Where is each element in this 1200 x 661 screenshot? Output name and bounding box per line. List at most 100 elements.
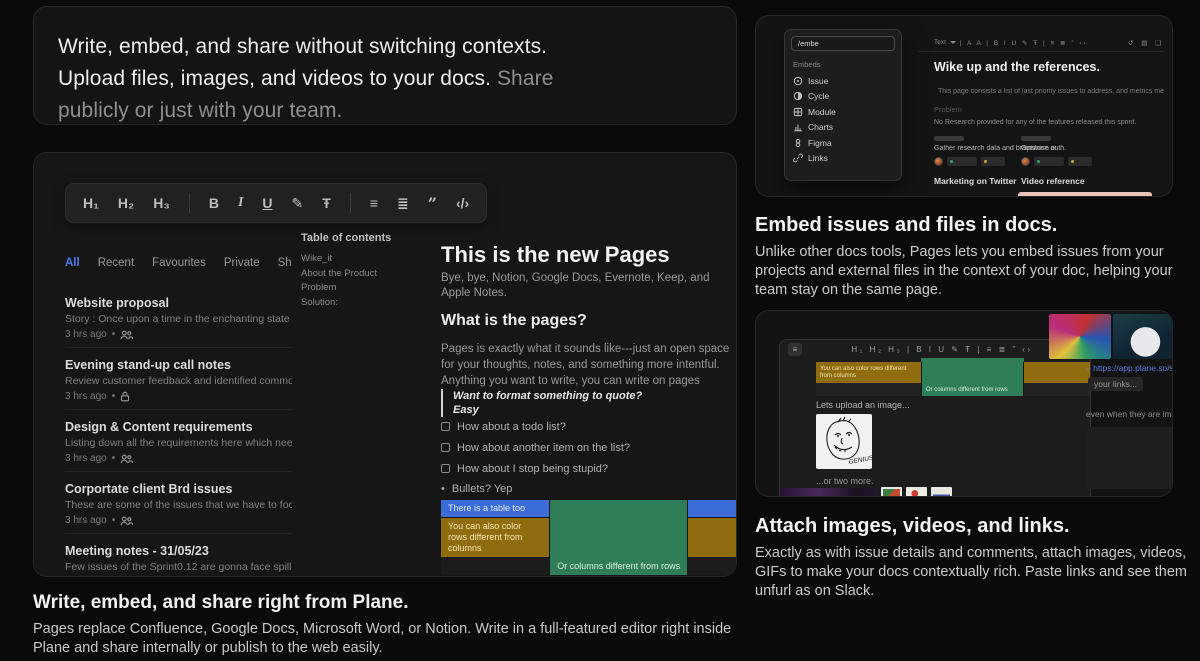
- state-chip: [1034, 157, 1064, 166]
- footer-title: Write, embed, and share right from Plane…: [33, 591, 763, 614]
- table-cell-yellow: You can also color rows different from c…: [816, 362, 921, 383]
- bullet-item: •Bullets? Yep: [441, 483, 737, 496]
- heading1-button[interactable]: H₁: [83, 195, 99, 211]
- problem-text: No Research provided for any of the feat…: [934, 119, 1164, 126]
- doc-title: Meeting notes - 31/05/23: [65, 544, 292, 558]
- italic-button[interactable]: I: [238, 195, 243, 211]
- strikethrough-button[interactable]: Ŧ: [322, 195, 331, 211]
- footer-body: Pages replace Confluence, Google Docs, M…: [33, 620, 763, 658]
- label-chip: [1068, 157, 1092, 166]
- hero-card: Write, embed, and share without switchin…: [33, 6, 737, 125]
- video-embed-preview[interactable]: [1018, 192, 1152, 197]
- embed-section-title: Embed issues and files in docs.: [755, 213, 1197, 237]
- doc-list-item[interactable]: Corportate client Brd issues These are s…: [65, 472, 292, 534]
- menu-item-figma[interactable]: Figma: [791, 135, 895, 151]
- format-icons[interactable]: H₁ H₂ H₃ | B I U ✎ Ŧ | ≡ ≣ ” ‹›: [802, 345, 1082, 354]
- module-icon: [793, 107, 803, 117]
- doc-meta: 3 hrs ago •: [65, 391, 292, 402]
- doc-list-item[interactable]: Evening stand-up call notes Review custo…: [65, 348, 292, 410]
- meme-caption: GENIUS: [848, 455, 872, 466]
- meta-dot: •: [112, 329, 116, 340]
- heading2-button[interactable]: H₂: [118, 195, 134, 211]
- document-quote: Want to format something to quote? Easy: [441, 389, 737, 417]
- tab-favourites[interactable]: Favourites: [152, 257, 206, 275]
- blockquote-icon[interactable]: ”: [428, 194, 437, 213]
- doc-time: 3 hrs ago: [65, 453, 107, 464]
- todo-item: How about another item on the list?: [441, 441, 737, 454]
- underline-button[interactable]: U: [262, 195, 272, 211]
- menu-item-charts[interactable]: Charts: [791, 120, 895, 136]
- checkbox[interactable]: [441, 464, 450, 473]
- table-cell-green: Or columns different from rows: [550, 557, 688, 575]
- heading3-button[interactable]: H₃: [153, 195, 170, 211]
- tab-private[interactable]: Private: [224, 257, 260, 275]
- ordered-list-icon[interactable]: ≣: [397, 195, 409, 212]
- format-icons[interactable]: | A A | B I U ✎ Ŧ | ≡ ≣ ” ‹›: [960, 39, 1088, 47]
- embedded-issue-card[interactable]: Optimise auth.: [1021, 136, 1133, 166]
- plane-link[interactable]: https://app.plane.so/sign: [1093, 363, 1172, 373]
- tab-shared[interactable]: Sh: [278, 257, 292, 275]
- menu-icon[interactable]: ≡: [788, 343, 802, 356]
- toc-item[interactable]: About the Product: [301, 267, 433, 282]
- table-of-contents: Table of contents Wike_it About the Prod…: [301, 231, 433, 310]
- doc-description: Story : Once upon a time in the enchanti…: [65, 313, 292, 326]
- doc-title: Design & Content requirements: [65, 420, 292, 434]
- links-placeholder-box[interactable]: your links...: [1088, 377, 1143, 391]
- toc-item[interactable]: Problem: [301, 281, 433, 296]
- embed-caption-marketing: Marketing on Twitter: [934, 176, 1017, 186]
- text-style-dropdown[interactable]: Text: [934, 39, 946, 46]
- lock-icon: [120, 391, 130, 402]
- doc-list-item[interactable]: Website proposal Story : Once upon a tim…: [65, 286, 292, 348]
- checkbox[interactable]: [441, 443, 450, 452]
- menu-item-cycle[interactable]: Cycle: [791, 89, 895, 105]
- wide-image-thumbnail: [780, 488, 877, 497]
- pasted-link: e https://app.plane.so/sign: [1086, 363, 1172, 373]
- more-caption: ...or two more.: [816, 476, 874, 486]
- embed-command-input[interactable]: /embe: [791, 36, 895, 51]
- menu-item-module[interactable]: Module: [791, 104, 895, 120]
- toc-item[interactable]: Solution:: [301, 296, 433, 311]
- issue-title: Optimise auth.: [1021, 145, 1133, 152]
- embed-doc-title: Wike up and the references.: [934, 60, 1100, 74]
- table-cell-blue: There is a table too: [441, 500, 550, 518]
- checkbox[interactable]: [441, 422, 450, 431]
- link-unfurl-placeholder: [1086, 427, 1173, 489]
- menu-item-issue[interactable]: Issue: [791, 73, 895, 89]
- abstract-art-image: [1049, 314, 1111, 359]
- menu-item-links[interactable]: Links: [791, 151, 895, 167]
- bold-button[interactable]: B: [209, 195, 219, 211]
- attach-section-title: Attach images, videos, and links.: [755, 514, 1197, 538]
- document-body[interactable]: This is the new Pages Bye, bye, Notion, …: [441, 233, 737, 577]
- highlight-pen-icon[interactable]: ✎: [292, 195, 304, 212]
- table-cell-dark: [1024, 383, 1091, 396]
- figma-icon: [793, 138, 803, 148]
- document-heading2: What is the pages?: [441, 311, 737, 331]
- tab-all[interactable]: All: [65, 257, 80, 275]
- doc-list-item[interactable]: Meeting notes - 31/05/23 Few issues of t…: [65, 534, 292, 577]
- todo-label: How about another item on the list?: [457, 442, 630, 454]
- issue-id-placeholder: [934, 136, 964, 141]
- embed-section-body: Unlike other docs tools, Pages lets you …: [755, 243, 1197, 300]
- editor-toolbar: H₁ H₂ H₃ B I U ✎ Ŧ ≡ ≣ ” ‹/›: [65, 183, 487, 223]
- toolbar-divider: [350, 193, 351, 213]
- meme-image: GENIUS: [816, 414, 872, 469]
- image-note-text: even when they are image-: [1086, 409, 1173, 419]
- menu-item-label: Charts: [808, 122, 833, 132]
- table-cell-yellow: [1024, 362, 1091, 383]
- table-cell-yellow: You can also color rows different from c…: [441, 518, 550, 558]
- footer-section: Write, embed, and share right from Plane…: [33, 591, 763, 658]
- toc-item[interactable]: Wike_it: [301, 252, 433, 267]
- code-icon[interactable]: ‹/›: [456, 195, 469, 211]
- menu-item-label: Links: [808, 153, 828, 163]
- doc-list-item[interactable]: Design & Content requirements Listing do…: [65, 410, 292, 472]
- tab-recent[interactable]: Recent: [98, 257, 134, 275]
- history-info-comment-icons[interactable]: ↺ ▤ ❑: [1128, 39, 1164, 47]
- members-icon: [120, 330, 133, 340]
- menu-section-label: Embeds: [793, 60, 895, 69]
- members-icon: [120, 454, 133, 464]
- content-table: There is a table too You can also color …: [441, 500, 737, 575]
- table-cell-dark: [688, 557, 737, 575]
- slash-command-menu: /embe Embeds Issue Cycle Module Charts F…: [784, 29, 902, 181]
- bullet-list-icon[interactable]: ≡: [370, 195, 378, 211]
- meta-dot: •: [112, 453, 116, 464]
